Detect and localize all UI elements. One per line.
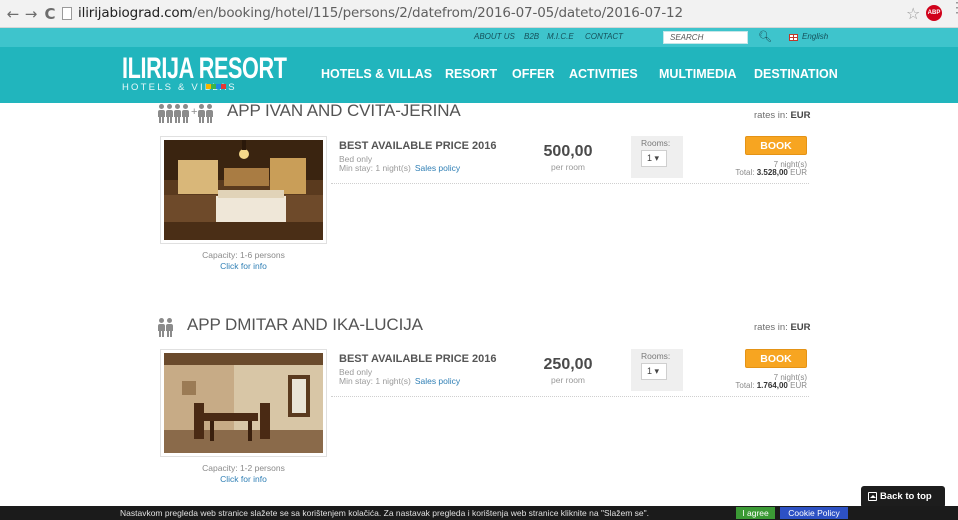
browser-menu-icon[interactable]: ⋮ <box>950 0 958 14</box>
total-prefix: Total: <box>735 168 755 177</box>
language-selector[interactable]: English <box>802 32 828 41</box>
min-stay: Min stay: 1 night(s) Sales policy <box>339 377 460 386</box>
offer-title: BEST AVAILABLE PRICE 2016 <box>339 353 497 365</box>
room-title: APP DMITAR AND IKA-LUCIJA <box>187 315 423 334</box>
uk-flag-icon[interactable] <box>789 34 798 41</box>
topbar-link-b2b[interactable]: B2B <box>524 32 539 41</box>
rooms-selector: Rooms: 1 ▾ <box>631 349 683 391</box>
currency: EUR <box>790 110 811 121</box>
person-icon <box>158 318 165 337</box>
topbar-link-mice[interactable]: M.I.C.E <box>547 32 574 41</box>
rates-prefix: rates in: <box>754 110 788 121</box>
total-currency: EUR <box>790 381 807 390</box>
click-for-info-link[interactable]: Click for info <box>160 474 327 484</box>
divider <box>331 183 809 184</box>
logo-color-squares <box>206 84 226 89</box>
nav-multimedia[interactable]: MULTIMEDIA <box>659 67 737 81</box>
person-icon <box>166 104 173 123</box>
plus-icon: + <box>191 106 198 118</box>
min-stay-text: Min stay: 1 night(s) <box>339 376 411 386</box>
back-arrow-icon[interactable]: ← <box>6 5 20 23</box>
divider <box>331 396 809 397</box>
room-photo[interactable] <box>160 136 327 244</box>
cookie-banner: Nastavkom pregleda web stranice slažete … <box>0 506 958 520</box>
person-icon <box>182 104 189 123</box>
room-title: APP IVAN AND CVITA-JERINA <box>227 101 461 120</box>
adblock-icon[interactable]: ABP <box>926 5 942 21</box>
rooms-label: Rooms: <box>641 351 671 361</box>
nav-hotels-villas[interactable]: HOTELS & VILLAS <box>321 67 432 81</box>
search-icon[interactable]: 🔍︎ <box>758 30 772 43</box>
rooms-select[interactable]: 1 ▾ <box>641 363 667 380</box>
rooms-select[interactable]: 1 ▾ <box>641 150 667 167</box>
arrow-up-box-icon <box>868 492 877 501</box>
offer-title: BEST AVAILABLE PRICE 2016 <box>339 140 497 152</box>
book-button[interactable]: BOOK <box>745 349 807 368</box>
capacity-text: Capacity: 1-6 persons <box>202 250 285 260</box>
logo[interactable]: ILIRIJA RESORT <box>122 52 287 86</box>
person-icon <box>206 104 213 123</box>
room-photo-image <box>164 353 323 453</box>
total-price: Total: 3.528,00 EUR <box>697 168 807 177</box>
nav-destination[interactable]: DESTINATION <box>754 67 838 81</box>
topbar-link-about-us[interactable]: ABOUT US <box>474 32 515 41</box>
click-for-info-link[interactable]: Click for info <box>160 261 327 271</box>
back-to-top-button[interactable]: Back to top <box>861 486 945 508</box>
bookmark-star-icon[interactable]: ☆ <box>906 4 920 23</box>
per-room-label: per room <box>550 375 585 385</box>
topbar-link-contact[interactable]: CONTACT <box>585 32 623 41</box>
sales-policy-link[interactable]: Sales policy <box>415 163 460 173</box>
person-icon <box>158 104 165 123</box>
person-icon <box>166 318 173 337</box>
person-icon <box>174 104 181 123</box>
url-path: /en/booking/hotel/115/persons/2/datefrom… <box>192 5 684 21</box>
total-currency: EUR <box>790 168 807 177</box>
forward-arrow-icon[interactable]: → <box>24 5 38 23</box>
capacity-text: Capacity: 1-2 persons <box>202 463 285 473</box>
sales-policy-link[interactable]: Sales policy <box>415 376 460 386</box>
occupancy-icons: + <box>158 104 218 124</box>
site-topbar: ABOUT US B2B M.I.C.E CONTACT SEARCH 🔍︎ E… <box>0 28 958 47</box>
min-stay: Min stay: 1 night(s) Sales policy <box>339 164 460 173</box>
rates-currency: rates in: EUR <box>754 322 811 333</box>
page-icon <box>62 7 72 20</box>
cookie-policy-button[interactable]: Cookie Policy <box>780 507 848 519</box>
book-button[interactable]: BOOK <box>745 136 807 155</box>
min-stay-text: Min stay: 1 night(s) <box>339 163 411 173</box>
site-header: ILIRIJA RESORT HOTELS & VILLAS HOTELS & … <box>0 47 958 103</box>
rates-prefix: rates in: <box>754 322 788 333</box>
nav-offer[interactable]: OFFER <box>512 67 554 81</box>
total-price: Total: 1.764,00 EUR <box>697 381 807 390</box>
rooms-selector: Rooms: 1 ▾ <box>631 136 683 178</box>
back-to-top-label: Back to top <box>880 491 932 502</box>
nav-activities[interactable]: ACTIVITIES <box>569 67 638 81</box>
url-text[interactable]: ilirijabiograd.com/en/booking/hotel/115/… <box>78 5 683 21</box>
url-host: ilirijabiograd.com <box>78 5 193 21</box>
nav-resort[interactable]: RESORT <box>445 67 497 81</box>
cookie-text: Nastavkom pregleda web stranice slažete … <box>120 508 650 518</box>
address-bar[interactable]: ilirijabiograd.com/en/booking/hotel/115/… <box>62 4 897 23</box>
price: 500,00 <box>543 143 593 160</box>
room-photo[interactable] <box>160 349 327 457</box>
rooms-label: Rooms: <box>641 138 671 148</box>
rates-currency: rates in: EUR <box>754 110 811 121</box>
price: 250,00 <box>543 356 593 373</box>
reload-icon[interactable]: C <box>43 5 57 23</box>
person-icon <box>198 104 205 123</box>
currency: EUR <box>790 322 811 333</box>
search-input[interactable]: SEARCH <box>663 31 748 44</box>
room-photo-image <box>164 140 323 240</box>
total-value: 3.528,00 <box>756 168 788 177</box>
cookie-agree-button[interactable]: I agree <box>736 507 775 519</box>
total-value: 1.764,00 <box>756 381 788 390</box>
per-room-label: per room <box>550 162 585 172</box>
page: ← → C ilirijabiograd.com/en/booking/hote… <box>0 0 958 520</box>
occupancy-icons <box>158 318 178 338</box>
browser-toolbar: ← → C ilirijabiograd.com/en/booking/hote… <box>0 0 958 28</box>
total-prefix: Total: <box>735 381 755 390</box>
